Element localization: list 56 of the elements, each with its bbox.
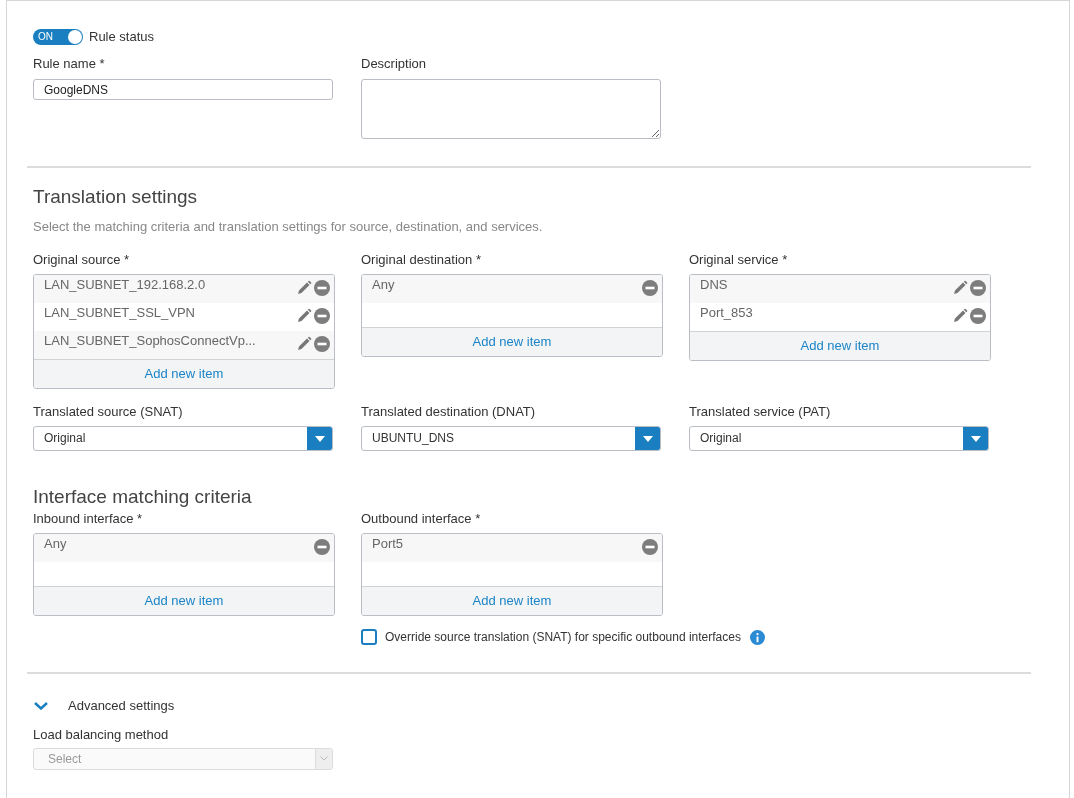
remove-icon[interactable]: [314, 280, 330, 296]
field-label: Load balancing method: [33, 726, 170, 743]
add-item-button[interactable]: Add new item: [362, 327, 662, 356]
dropdown[interactable]: Original: [33, 426, 333, 451]
description-field[interactable]: [361, 79, 661, 139]
add-item-button[interactable]: Add new item: [34, 359, 334, 388]
field-label: Inbound interface *: [33, 511, 144, 527]
list-item-text: LAN_SUBNET_192.168.2.0: [44, 276, 207, 294]
section-toggle-label[interactable]: Advanced settings: [68, 696, 175, 716]
add-item-button[interactable]: Add new item: [690, 331, 990, 360]
pencil-icon[interactable]: [296, 308, 312, 324]
checkbox[interactable]: [361, 629, 377, 645]
list-item-text: Port_853: [700, 304, 754, 322]
pencil-icon[interactable]: [952, 308, 968, 324]
pencil-icon[interactable]: [952, 280, 968, 296]
remove-icon[interactable]: [970, 280, 986, 296]
caret-icon: [970, 435, 981, 442]
section-subtitle: Select the matching criteria and translation settings for source, destination, and services.: [33, 219, 544, 235]
list-item-text: LAN_SUBNET_SSL_VPN: [44, 304, 196, 322]
dropdown[interactable]: Original: [689, 426, 989, 451]
chevron-down-icon[interactable]: [33, 701, 48, 710]
section-title: Translation settings: [33, 185, 199, 209]
field-label: Original destination *: [361, 252, 482, 268]
remove-icon[interactable]: [970, 308, 986, 324]
field-label: Outbound interface *: [361, 511, 482, 527]
caret-icon: [314, 435, 325, 442]
remove-icon[interactable]: [314, 336, 330, 352]
add-item-button[interactable]: Add new item: [34, 586, 334, 615]
list-item-text: DNS: [700, 276, 729, 294]
field-label: Description: [361, 56, 428, 72]
list-item-text: LAN_SUBNET_SophosConnectVp...: [44, 332, 257, 350]
caret-icon: [642, 435, 653, 442]
chevron-down-icon: [320, 756, 328, 761]
field-label: Original service *: [689, 252, 789, 268]
field-label: Translated service (PAT): [689, 404, 832, 420]
list-item-text: Any: [44, 535, 68, 553]
remove-icon[interactable]: [642, 539, 658, 555]
add-item-button[interactable]: Add new item: [362, 586, 662, 615]
list-item-text: Port5: [372, 535, 405, 553]
toggle-switch[interactable]: ON: [33, 29, 83, 45]
field-label: Rule name *: [33, 56, 106, 72]
remove-icon[interactable]: [314, 539, 330, 555]
checkbox-label: Override source translation (SNAT) for specific outbound interfaces: [385, 629, 741, 646]
remove-icon[interactable]: [642, 280, 658, 296]
info-icon[interactable]: [749, 629, 765, 645]
toggle-label: Rule status: [89, 28, 155, 47]
rule-name-input[interactable]: GoogleDNS: [33, 79, 333, 100]
field-label: Original source *: [33, 252, 131, 268]
pencil-icon[interactable]: [296, 336, 312, 352]
field-label: Translated source (SNAT): [33, 404, 184, 420]
field-label: Translated destination (DNAT): [361, 404, 537, 420]
section-title: Interface matching criteria: [33, 485, 253, 509]
remove-icon[interactable]: [314, 308, 330, 324]
pencil-icon[interactable]: [296, 280, 312, 296]
list-item-text: Any: [372, 276, 396, 294]
dropdown[interactable]: UBUNTU_DNS: [361, 426, 661, 451]
